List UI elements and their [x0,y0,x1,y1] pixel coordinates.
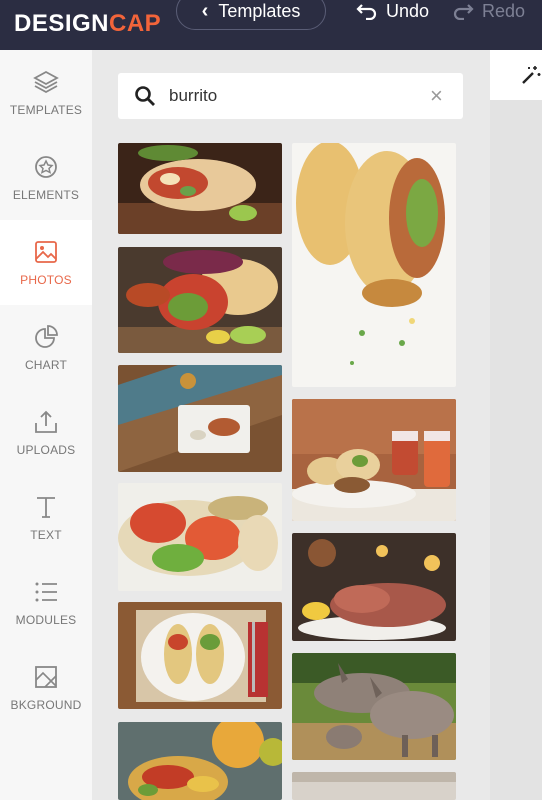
undo-icon [356,4,377,20]
sidebar-item-label: BKGROUND [10,697,82,712]
image-icon [35,240,57,263]
upload-icon [35,410,57,433]
templates-label: Templates [218,0,301,21]
photos-panel: burrito × [92,50,490,800]
redo-label: Redo [482,0,526,21]
clear-search-icon[interactable]: × [430,83,443,109]
sidebar-item-label: CHART [24,357,68,372]
undo-label: Undo [386,0,430,21]
sidebar-item-text[interactable]: TEXT [0,475,92,560]
text-icon [37,496,55,518]
redo-button[interactable]: Redo [452,0,525,22]
chevron-left-icon: ‹ [201,0,209,22]
photo-thumbnail[interactable] [292,653,456,760]
templates-back-button[interactable]: ‹ Templates [176,0,326,30]
redo-icon [453,4,474,20]
sidebar-item-label: TEXT [30,527,62,542]
sidebar-item-chart[interactable]: CHART [0,305,92,390]
toolbar-strip [490,50,542,100]
sidebar-item-uploads[interactable]: UPLOADS [0,390,92,475]
photo-thumbnail[interactable] [118,365,282,472]
magic-wand-icon[interactable] [520,64,542,86]
search-icon [135,86,155,106]
pie-chart-icon [35,324,58,348]
photo-thumbnail[interactable] [118,247,282,353]
list-icon [35,582,57,601]
background-icon [35,665,57,688]
photo-thumbnail[interactable] [118,483,282,591]
sidebar-item-label: UPLOADS [16,442,76,457]
sidebar-item-bkground[interactable]: BKGROUND [0,645,92,730]
photo-thumbnail[interactable] [292,399,456,521]
layers-icon [33,70,59,93]
elements-icon [35,155,57,178]
photo-thumbnail[interactable] [118,722,282,800]
sidebar-item-modules[interactable]: MODULES [0,560,92,645]
logo-text-cap: CAP [109,10,162,37]
design-canvas-area[interactable] [490,100,542,800]
sidebar-item-label: MODULES [15,612,77,627]
sidebar-item-label: TEMPLATES [9,102,83,117]
photo-thumbnail[interactable] [118,602,282,709]
photo-thumbnail[interactable] [292,533,456,641]
photo-thumbnail[interactable] [292,772,456,800]
undo-button[interactable]: Undo [356,0,429,22]
photo-thumbnail[interactable] [292,143,456,387]
sidebar-item-photos[interactable]: PHOTOS [0,220,92,305]
logo-text-design: DESIGN [14,10,110,37]
sidebar-item-label: PHOTOS [20,272,72,287]
search-input[interactable]: burrito [169,86,217,106]
sidebar-item-elements[interactable]: ELEMENTS [0,135,92,220]
sidebar-item-templates[interactable]: TEMPLATES [0,50,92,135]
photo-thumbnail[interactable] [118,143,282,234]
left-sidebar: TEMPLATES ELEMENTS PHOTOS CHART UPLOADS … [0,50,92,800]
sidebar-item-label: ELEMENTS [12,187,80,202]
designcap-logo[interactable]: DESIGNCAP [14,10,161,38]
search-box[interactable]: burrito × [118,73,463,119]
top-bar: DESIGNCAP ‹ Templates Undo Redo [0,0,542,50]
